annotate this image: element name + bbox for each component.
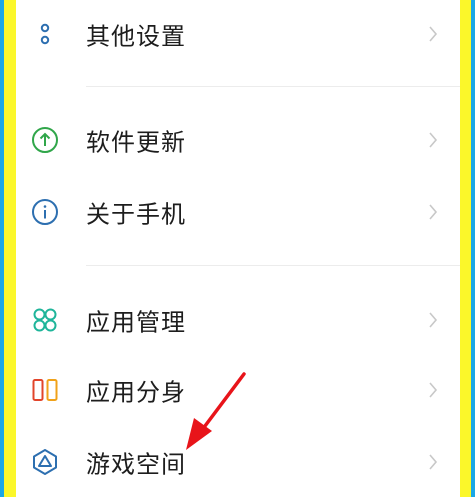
chevron-right-icon [429, 132, 438, 148]
divider [86, 86, 460, 87]
chevron-right-icon [429, 312, 438, 328]
update-icon [32, 127, 58, 153]
settings-item-about[interactable]: 关于手机 [16, 180, 460, 244]
chevron-right-icon [429, 26, 438, 42]
dual-apps-icon [32, 379, 58, 401]
settings-item-label: 关于手机 [86, 200, 186, 229]
settings-screen: 其他设置 软件更新 关于手机 应用管理 应用分身 游戏空间 [16, 0, 460, 497]
settings-item-label: 其他设置 [86, 22, 186, 51]
more-settings-icon [40, 23, 50, 45]
settings-item-update[interactable]: 软件更新 [16, 108, 460, 172]
game-space-icon [33, 449, 57, 475]
chevron-right-icon [429, 204, 438, 220]
divider [86, 265, 460, 266]
apps-grid-icon [33, 308, 57, 332]
red-arrow-icon [186, 372, 246, 450]
settings-item-label: 软件更新 [86, 128, 186, 157]
info-icon [32, 199, 58, 225]
settings-item-other[interactable]: 其他设置 [16, 2, 460, 66]
settings-item-app-management[interactable]: 应用管理 [16, 288, 460, 352]
chevron-right-icon [429, 382, 438, 398]
chevron-right-icon [429, 454, 438, 470]
settings-item-label: 应用管理 [86, 308, 186, 337]
